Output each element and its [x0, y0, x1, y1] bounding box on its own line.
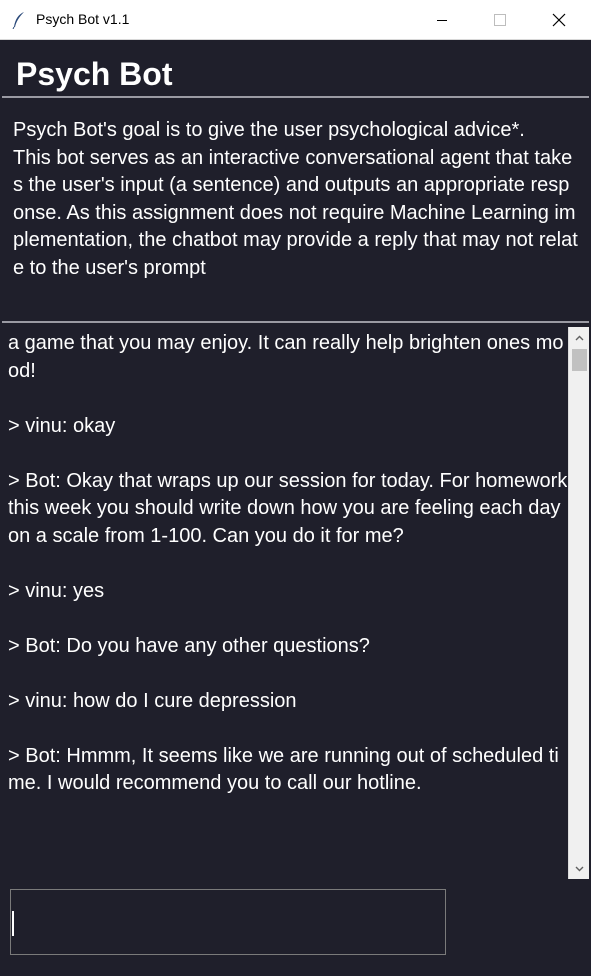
- maximize-icon: [494, 14, 506, 26]
- feather-icon: [12, 12, 24, 29]
- minimize-button[interactable]: [419, 0, 465, 40]
- title-bar[interactable]: Psych Bot v1.1: [0, 0, 591, 40]
- message-input[interactable]: [10, 889, 446, 955]
- description-panel: Psych Bot's goal is to give the user psy…: [0, 98, 591, 321]
- header: Psych Bot: [0, 40, 591, 97]
- app-window: Psych Bot v1.1 Psych Bot Psych Bot's goa…: [0, 0, 591, 976]
- chevron-up-icon: [575, 335, 583, 340]
- close-icon: [552, 13, 566, 27]
- minimize-icon: [437, 20, 447, 21]
- scroll-up-button[interactable]: [569, 329, 589, 346]
- chevron-down-icon: [575, 866, 583, 871]
- chat-log-text: a game that you may enjoy. It can really…: [8, 332, 567, 794]
- close-button[interactable]: [536, 0, 582, 40]
- description-text: Psych Bot's goal is to give the user psy…: [13, 119, 578, 279]
- window-title: Psych Bot v1.1: [36, 11, 130, 27]
- scroll-down-button[interactable]: [569, 860, 589, 877]
- text-cursor: [12, 911, 14, 936]
- scrollbar-thumb[interactable]: [572, 349, 587, 371]
- chat-log[interactable]: a game that you may enjoy. It can really…: [0, 323, 567, 880]
- chat-scrollbar[interactable]: [568, 327, 589, 879]
- page-title: Psych Bot: [16, 56, 173, 92]
- maximize-button[interactable]: [477, 0, 523, 40]
